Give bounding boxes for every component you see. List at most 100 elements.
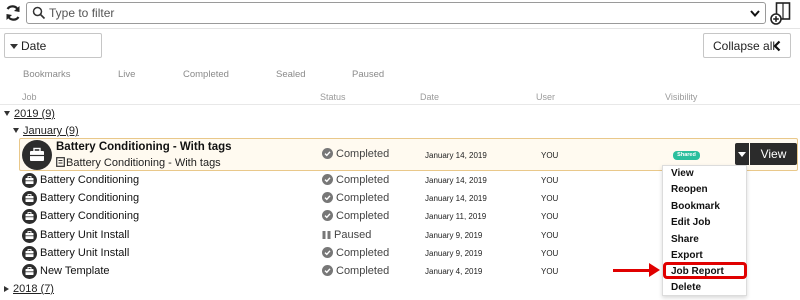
date-dropdown-label: Date <box>21 39 47 53</box>
status-label: Completed <box>336 174 390 186</box>
job-avatar <box>22 264 37 279</box>
job-name[interactable]: Battery Unit Install <box>40 229 129 241</box>
status-label: Paused <box>334 229 372 241</box>
tab-bookmarks[interactable]: Bookmarks <box>23 69 71 80</box>
selected-job-date: January 14, 2019 <box>425 151 487 160</box>
caret-down-icon <box>10 44 18 49</box>
column-header-date[interactable]: Date <box>420 92 439 102</box>
caret-down-icon <box>4 111 10 116</box>
job-status: Paused <box>322 229 371 241</box>
column-header-status[interactable]: Status <box>320 92 346 102</box>
job-status: Completed <box>322 192 389 204</box>
job-avatar <box>22 246 37 261</box>
actions-dropdown-toggle[interactable] <box>735 143 749 165</box>
group-2018-label: 2018 (7) <box>13 283 54 295</box>
group-january[interactable]: January (9) <box>13 125 79 137</box>
selected-job-subtitle: Battery Conditioning - With tags <box>56 157 221 169</box>
job-date: January 14, 2019 <box>425 194 487 203</box>
arrow-shaft <box>613 269 651 272</box>
refresh-icon[interactable] <box>4 4 22 22</box>
job-avatar <box>22 173 37 188</box>
status-label: Completed <box>336 247 390 259</box>
tab-completed[interactable]: Completed <box>183 69 229 80</box>
check-circle-icon <box>322 265 333 276</box>
selected-job-status: Completed <box>322 148 389 160</box>
selected-job-subtitle-text: Battery Conditioning - With tags <box>66 157 221 169</box>
check-circle-icon <box>322 210 333 221</box>
job-date: January 9, 2019 <box>425 231 483 240</box>
check-circle-icon <box>322 247 333 258</box>
job-date: January 9, 2019 <box>425 249 483 258</box>
menu-item-share[interactable]: Share <box>671 234 699 245</box>
check-circle-icon <box>322 148 333 159</box>
menu-item-bookmark[interactable]: Bookmark <box>671 201 720 212</box>
divider <box>0 28 800 29</box>
menu-item-export[interactable]: Export <box>671 250 703 261</box>
briefcase-icon <box>25 231 34 239</box>
job-date: January 11, 2019 <box>425 212 487 221</box>
group-2019[interactable]: 2019 (9) <box>4 108 55 120</box>
tab-live[interactable]: Live <box>118 69 135 80</box>
briefcase-icon <box>25 267 34 275</box>
check-circle-icon <box>322 192 333 203</box>
job-name[interactable]: Battery Unit Install <box>40 247 129 259</box>
group-january-label: January (9) <box>23 125 79 137</box>
chevron-down-icon[interactable] <box>749 7 761 19</box>
briefcase-icon <box>25 176 34 184</box>
new-document-icon[interactable] <box>770 1 794 25</box>
job-user: YOU <box>541 249 559 258</box>
menu-item-delete[interactable]: Delete <box>671 282 701 293</box>
job-status: Completed <box>322 210 389 222</box>
column-header-visibility[interactable]: Visibility <box>665 92 697 102</box>
status-label: Completed <box>336 148 390 160</box>
caret-down-icon <box>738 152 746 157</box>
collapse-all-button[interactable]: Collapse all <box>703 33 791 58</box>
selected-job-user: YOU <box>541 151 559 160</box>
job-date: January 4, 2019 <box>425 267 483 276</box>
briefcase-icon <box>25 194 34 202</box>
group-2018[interactable]: 2018 (7) <box>4 283 54 295</box>
selected-job-title[interactable]: Battery Conditioning - With tags <box>56 141 232 153</box>
status-label: Completed <box>336 192 390 204</box>
tab-sealed[interactable]: Sealed <box>276 69 306 80</box>
job-name[interactable]: Battery Conditioning <box>40 210 139 222</box>
job-avatar <box>22 209 37 224</box>
menu-item-view[interactable]: View <box>671 168 694 179</box>
filter-box[interactable] <box>26 2 766 24</box>
job-user: YOU <box>541 176 559 185</box>
job-avatar <box>22 191 37 206</box>
job-avatar <box>22 228 37 243</box>
check-circle-icon <box>322 174 333 185</box>
column-header-user[interactable]: User <box>536 92 555 102</box>
caret-down-icon <box>13 128 19 133</box>
job-user: YOU <box>541 194 559 203</box>
job-name[interactable]: New Template <box>40 265 110 277</box>
caret-right-icon <box>4 286 9 292</box>
briefcase-icon <box>25 249 34 257</box>
job-user: YOU <box>541 231 559 240</box>
status-label: Completed <box>336 210 390 222</box>
view-button[interactable]: View <box>750 143 797 165</box>
column-header-job[interactable]: Job <box>22 92 37 102</box>
chevron-left-icon <box>773 40 781 52</box>
job-report-highlight-box <box>663 262 747 279</box>
job-date: January 14, 2019 <box>425 176 487 185</box>
template-icon <box>56 157 65 167</box>
job-avatar <box>22 140 52 170</box>
menu-item-edit-job[interactable]: Edit Job <box>671 217 710 228</box>
job-user: YOU <box>541 212 559 221</box>
date-sort-dropdown[interactable]: Date <box>4 33 102 58</box>
job-status: Completed <box>322 174 389 186</box>
job-name[interactable]: Battery Conditioning <box>40 192 139 204</box>
filter-input[interactable] <box>49 5 729 21</box>
job-status: Completed <box>322 265 389 277</box>
pause-icon <box>322 231 331 239</box>
job-status: Completed <box>322 247 389 259</box>
divider <box>0 104 800 105</box>
menu-item-reopen[interactable]: Reopen <box>671 184 708 195</box>
collapse-all-label: Collapse all <box>713 39 776 53</box>
briefcase-icon <box>30 147 44 161</box>
job-name[interactable]: Battery Conditioning <box>40 174 139 186</box>
arrow-right-icon <box>649 263 660 277</box>
tab-paused[interactable]: Paused <box>352 69 384 80</box>
